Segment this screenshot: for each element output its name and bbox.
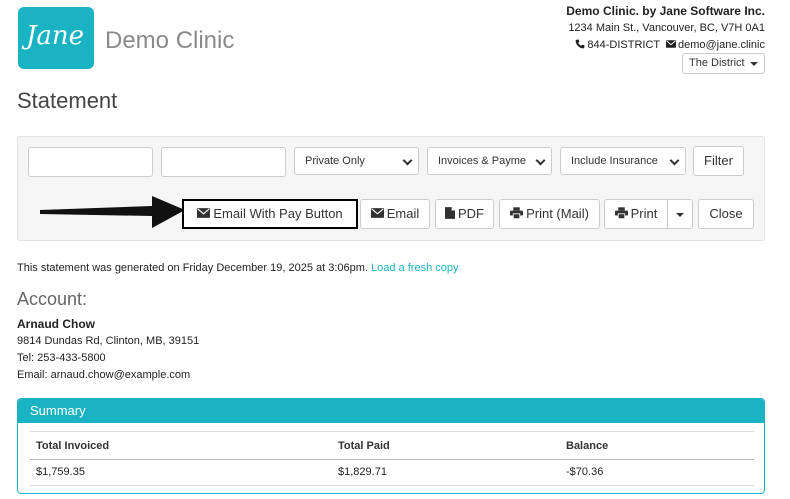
account-address: 9814 Dundas Rd, Clinton, MB, 39151 <box>17 335 200 347</box>
value-total-paid: $1,829.71 <box>338 466 387 478</box>
email-with-pay-label: Email With Pay Button <box>213 206 343 221</box>
company-name: Demo Clinic. by Jane Software Inc. <box>566 4 765 18</box>
contact-line: 844-DISTRICT demo@jane.clinic <box>566 37 765 54</box>
email-button[interactable]: Email <box>360 199 430 229</box>
arrow-icon <box>40 196 185 228</box>
print-options-toggle[interactable] <box>667 199 693 229</box>
envelope-icon <box>197 208 211 218</box>
account-tel: Tel: 253-433-5800 <box>17 352 106 364</box>
print-button[interactable]: Print <box>604 199 668 229</box>
account-heading: Account: <box>17 289 88 309</box>
email-label: Email <box>386 206 420 221</box>
jane-logo: Jane <box>18 7 94 69</box>
caret-down-icon <box>750 62 758 66</box>
location-selected: The District <box>689 57 745 69</box>
insurance-selected: Include Insurance <box>571 155 658 167</box>
transactions-selected: Invoices & Payme <box>438 155 527 167</box>
load-fresh-copy-link[interactable]: Load a fresh copy <box>371 262 458 274</box>
logo-text: Jane <box>26 21 85 51</box>
company-phone: 844-DISTRICT <box>587 39 660 51</box>
phone-icon <box>576 39 585 49</box>
header-total-invoiced: Total Invoiced <box>36 440 110 452</box>
visibility-selected: Private Only <box>305 155 365 167</box>
caret-down-icon <box>676 212 684 217</box>
account-name: Arnaud Chow <box>17 317 95 331</box>
pdf-label: PDF <box>458 206 484 221</box>
summary-top-rule <box>30 431 754 432</box>
summary-panel: Summary Total Invoiced Total Paid Balanc… <box>17 398 765 494</box>
summary-title: Summary <box>18 399 764 423</box>
print-label: Print <box>630 206 658 221</box>
filter-panel: Private Only Invoices & Payme Include In… <box>17 136 765 241</box>
value-balance: -$70.36 <box>566 466 604 478</box>
envelope-icon <box>370 208 384 218</box>
print-mail-label: Print (Mail) <box>526 206 589 221</box>
summary-header-rule <box>30 459 754 460</box>
file-icon <box>445 207 455 219</box>
summary-bottom-rule <box>30 485 754 486</box>
page-title: Statement <box>17 88 118 113</box>
email-with-pay-button[interactable]: Email With Pay Button <box>182 199 358 229</box>
close-button[interactable]: Close <box>698 199 754 229</box>
location-dropdown[interactable]: The District <box>682 53 765 74</box>
value-total-invoiced: $1,759.35 <box>36 466 85 478</box>
company-email: demo@jane.clinic <box>678 39 765 51</box>
envelope-icon <box>666 40 676 48</box>
filter-button[interactable]: Filter <box>693 146 744 176</box>
header-balance: Balance <box>566 440 609 452</box>
pdf-button[interactable]: PDF <box>435 199 494 229</box>
generated-text: This statement was generated on Friday D… <box>17 262 368 274</box>
print-mail-button[interactable]: Print (Mail) <box>499 199 600 229</box>
company-info: Demo Clinic. by Jane Software Inc. 1234 … <box>566 3 765 54</box>
generated-notice: This statement was generated on Friday D… <box>17 262 458 274</box>
print-icon <box>614 207 628 220</box>
clinic-name: Demo Clinic <box>105 27 235 54</box>
company-address: 1234 Main St., Vancouver, BC, V7H 0A1 <box>568 22 765 34</box>
insurance-select[interactable]: Include Insurance <box>560 147 686 175</box>
print-icon <box>510 207 524 220</box>
header-total-paid: Total Paid <box>338 440 390 452</box>
account-email: Email: arnaud.chow@example.com <box>17 369 191 381</box>
visibility-select[interactable]: Private Only <box>294 147 419 175</box>
start-date-input[interactable] <box>28 147 153 177</box>
end-date-input[interactable] <box>161 147 286 177</box>
transactions-select[interactable]: Invoices & Payme <box>427 147 552 175</box>
